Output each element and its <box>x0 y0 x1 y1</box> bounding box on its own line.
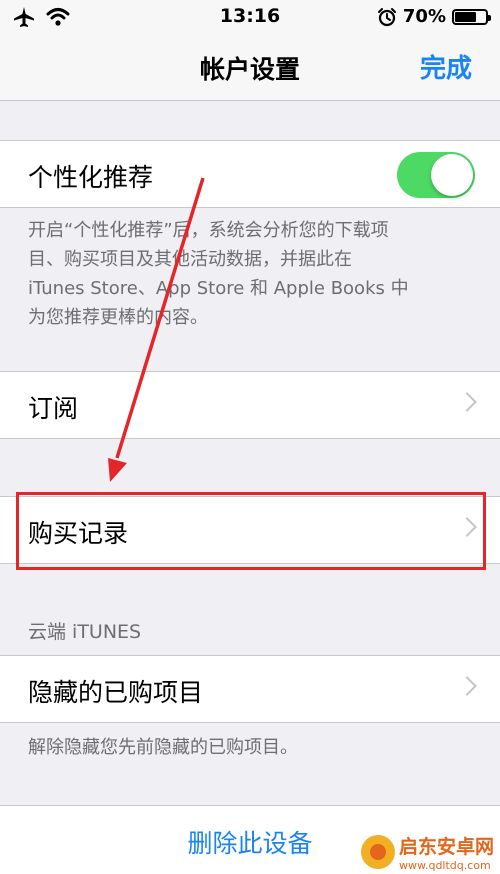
watermark-name: 启东安卓网 <box>398 836 494 858</box>
watermark-text: 启东安卓网 www.qdltdq.com <box>399 832 494 872</box>
watermark-logo-icon <box>360 835 395 869</box>
watermark: 启东安卓网 www.qdltdq.com <box>360 832 494 872</box>
annotation-arrow <box>108 177 205 482</box>
watermark-url: www.qdltdq.com <box>398 859 491 872</box>
